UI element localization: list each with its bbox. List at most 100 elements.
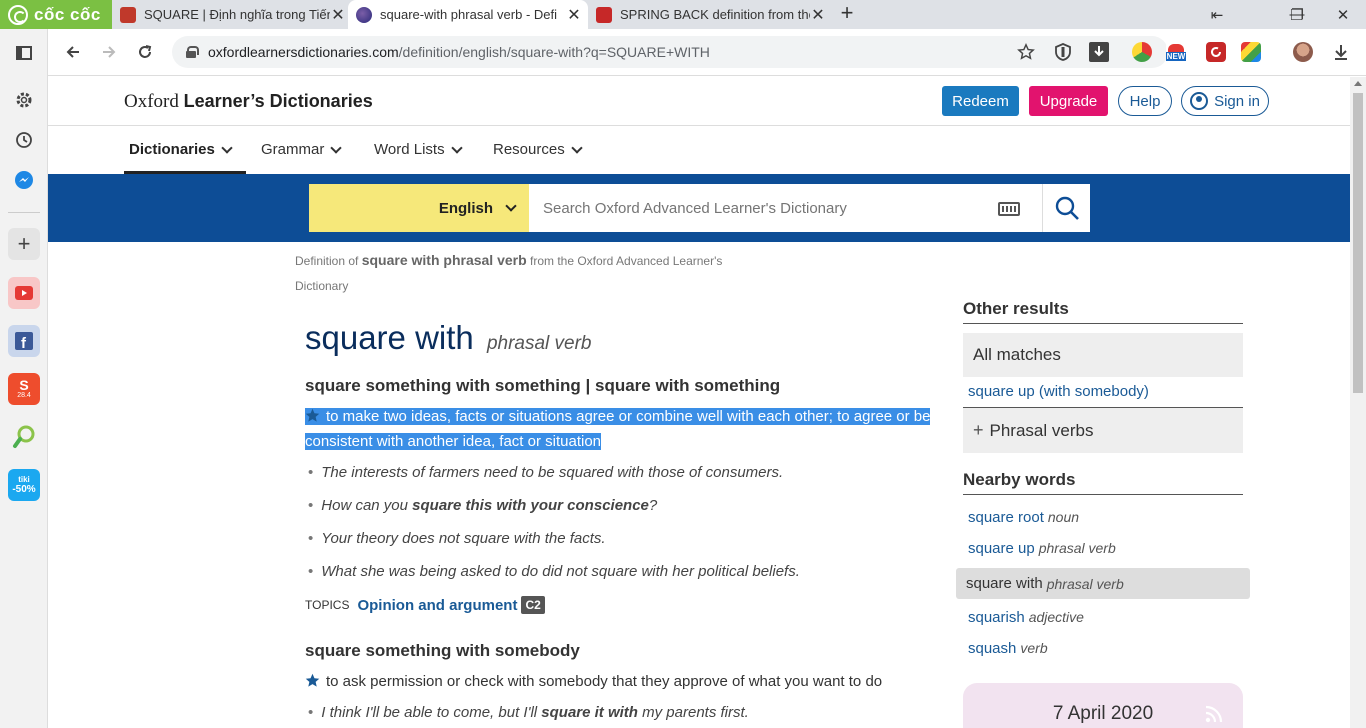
example-1: • The interests of farmers need to be squ… — [308, 464, 784, 481]
reload-icon[interactable] — [130, 37, 160, 67]
nav-label: Resources — [493, 141, 565, 158]
nearby-word-link[interactable]: squash verb — [968, 640, 1048, 657]
nav-grammar[interactable]: Grammar — [261, 141, 343, 158]
tab-square-with-oxford[interactable]: square-with phrasal verb - Defi ✕ — [348, 0, 588, 29]
scroll-up-arrow-icon[interactable] — [1354, 81, 1362, 86]
nearby-word-link[interactable]: square root noun — [968, 509, 1079, 526]
add-icon[interactable]: + — [8, 228, 40, 260]
back-arrow-icon[interactable] — [58, 37, 88, 67]
browser-sidebar: + f S 28.4 tiki -50% — [0, 29, 48, 728]
sense-2-example: • I think I'll be able to come, but I'll … — [308, 704, 749, 721]
close-icon[interactable]: ✕ — [810, 5, 826, 25]
new-badge-extension-icon[interactable]: NEW — [1165, 42, 1187, 62]
shopee-icon[interactable]: S 28.4 — [8, 373, 40, 405]
chevron-down-icon — [221, 141, 233, 154]
profile-avatar[interactable] — [1293, 42, 1313, 62]
tab-search-button[interactable]: ⇤ — [1194, 0, 1240, 29]
user-icon — [1190, 92, 1209, 110]
downloads-icon[interactable] — [1326, 37, 1356, 67]
nearby-pos: noun — [1047, 509, 1080, 525]
coccoc-menu-button[interactable]: cốc cốc — [0, 0, 112, 29]
forward-arrow-icon[interactable] — [94, 37, 124, 67]
color-grid-extension-icon[interactable] — [1241, 42, 1261, 62]
nearby-pos: phrasal verb — [1046, 575, 1124, 592]
url-text: oxfordlearnersdictionaries.com/definitio… — [208, 44, 710, 60]
new-badge: NEW — [1165, 51, 1187, 61]
upgrade-button[interactable]: Upgrade — [1029, 86, 1108, 116]
phrasal-verbs-toggle[interactable]: + Phrasal verbs — [963, 408, 1243, 453]
collins-favicon-icon — [596, 6, 612, 23]
rss-icon[interactable] — [1205, 705, 1223, 723]
nearby-word: square with — [966, 575, 1043, 592]
page-scrollbar[interactable] — [1350, 77, 1366, 728]
all-matches-button[interactable]: All matches — [963, 333, 1243, 377]
sign-in-button[interactable]: Sign in — [1181, 86, 1269, 116]
example-text: What she was being asked to do did not s… — [321, 563, 800, 580]
tab-title: square-with phrasal verb - Defi — [380, 7, 558, 22]
example-text: I think I'll be able to come, but I'll — [321, 704, 542, 721]
example-2: • How can you square this with your consc… — [308, 497, 658, 514]
settings-gear-icon[interactable] — [8, 84, 40, 116]
address-bar: oxfordlearnersdictionaries.com/definitio… — [48, 29, 1366, 76]
chrome-ext-icon[interactable] — [1132, 42, 1152, 62]
sign-in-label: Sign in — [1214, 92, 1260, 110]
language-select[interactable]: English — [309, 184, 529, 232]
download-savior-icon[interactable] — [1084, 37, 1114, 67]
square-up-link[interactable]: square up (with somebody) — [968, 383, 1149, 400]
restore-button[interactable]: ❐ — [1274, 0, 1320, 29]
topic-link[interactable]: Opinion and argument — [357, 597, 517, 614]
example-text: How can you — [321, 497, 413, 514]
scrollbar-thumb[interactable] — [1353, 93, 1363, 393]
keyboard-icon[interactable] — [998, 202, 1020, 216]
coccoc-sidebar-leaf-icon[interactable] — [8, 421, 40, 453]
oxford-3000-star-icon — [305, 673, 320, 687]
lock-icon — [186, 46, 199, 58]
phrasal-verbs-label: Phrasal verbs — [989, 420, 1094, 440]
shopee-date-badge: 28.4 — [17, 392, 31, 399]
headword-pos: phrasal verb — [486, 333, 592, 354]
nav-resources[interactable]: Resources — [493, 141, 583, 158]
nearby-word-link[interactable]: squarish adjective — [968, 609, 1084, 626]
tab-title: SQUARE | Định nghĩa trong Tiếng — [144, 7, 330, 22]
tab-spring-back[interactable]: SPRING BACK definition from the ✕ — [588, 0, 832, 29]
tab-square-cambridge[interactable]: SQUARE | Định nghĩa trong Tiếng ✕ — [112, 0, 352, 29]
history-icon[interactable] — [8, 124, 40, 156]
facebook-icon[interactable]: f — [8, 325, 40, 357]
nearby-pos: phrasal verb — [1038, 540, 1116, 556]
close-icon[interactable]: ✕ — [330, 5, 346, 25]
search-button[interactable] — [1042, 184, 1090, 232]
all-matches-label: All matches — [973, 345, 1061, 364]
nearby-words-heading: Nearby words — [963, 470, 1243, 495]
help-button[interactable]: Help — [1118, 86, 1172, 116]
new-tab-button[interactable]: + — [836, 2, 858, 25]
site-header: Oxford Learner’s Dictionaries Redeem Upg… — [48, 77, 1350, 126]
close-window-button[interactable]: ✕ — [1320, 0, 1366, 29]
logo-bold: Learner’s Dictionaries — [183, 91, 373, 111]
close-icon[interactable]: ✕ — [566, 5, 582, 25]
selected-definition-text: to make two ideas, facts or situations a… — [305, 408, 931, 450]
site-logo[interactable]: Oxford Learner’s Dictionaries — [124, 91, 373, 113]
youtube-icon[interactable] — [8, 277, 40, 309]
tiki-icon[interactable]: tiki -50% — [8, 469, 40, 501]
nearby-word-link[interactable]: square up phrasal verb — [968, 540, 1116, 557]
search-input[interactable] — [529, 184, 1042, 232]
nearby-pos: verb — [1020, 640, 1048, 656]
cambridge-favicon-icon — [120, 6, 136, 23]
nav-word-lists[interactable]: Word Lists — [374, 141, 463, 158]
bookmark-star-icon[interactable] — [1011, 37, 1041, 67]
nav-dictionaries[interactable]: Dictionaries — [129, 141, 233, 158]
url-path: /definition/english/square-with?q=SQUARE… — [398, 44, 710, 60]
example-text-end: ? — [648, 497, 658, 514]
tab-title: SPRING BACK definition from the — [620, 7, 810, 22]
sense-1-definition: to make two ideas, facts or situations a… — [305, 404, 935, 454]
other-results-heading: Other results — [963, 299, 1243, 324]
search-band: English — [48, 174, 1350, 242]
word-of-the-day-card[interactable]: 7 April 2020 — [963, 683, 1243, 728]
definition-text: to ask permission or check with somebody… — [326, 673, 883, 690]
messenger-icon[interactable] — [8, 164, 40, 196]
tiki-label: tiki — [18, 475, 30, 484]
shield-icon[interactable] — [1048, 37, 1078, 67]
sidebar-toggle-icon[interactable] — [8, 37, 40, 69]
red-sync-extension-icon[interactable] — [1206, 42, 1226, 62]
redeem-button[interactable]: Redeem — [942, 86, 1019, 116]
